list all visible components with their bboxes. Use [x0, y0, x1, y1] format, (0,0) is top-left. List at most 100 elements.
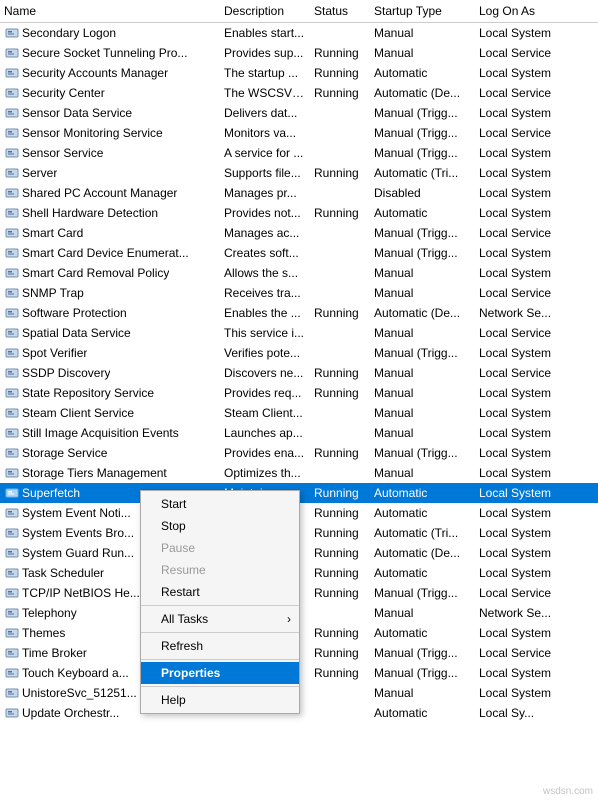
service-status: [310, 112, 370, 114]
service-status: Running: [310, 445, 370, 461]
service-name: Steam Client Service: [0, 404, 220, 422]
col-header-status[interactable]: Status: [310, 2, 370, 20]
table-row[interactable]: Sensor Service A service for ... Manual …: [0, 143, 598, 163]
service-startup: Automatic: [370, 625, 475, 641]
context-menu-item-refresh[interactable]: Refresh: [141, 635, 299, 657]
service-desc: Delivers dat...: [220, 105, 310, 121]
service-logon: Local System: [475, 205, 575, 221]
services-window: Name Description Status Startup Type Log…: [0, 0, 598, 802]
table-row[interactable]: Smart Card Device Enumerat... Creates so…: [0, 243, 598, 263]
table-row[interactable]: SNMP Trap Receives tra... Manual Local S…: [0, 283, 598, 303]
table-row[interactable]: Sensor Monitoring Service Monitors va...…: [0, 123, 598, 143]
service-status: Running: [310, 565, 370, 581]
col-header-desc[interactable]: Description: [220, 2, 310, 20]
service-desc: Verifies pote...: [220, 345, 310, 361]
service-startup: Automatic: [370, 65, 475, 81]
table-row[interactable]: Smart Card Removal Policy Allows the s..…: [0, 263, 598, 283]
table-row[interactable]: State Repository Service Provides req...…: [0, 383, 598, 403]
service-logon: Local System: [475, 405, 575, 421]
service-status: [310, 132, 370, 134]
col-header-startup[interactable]: Startup Type: [370, 2, 475, 20]
service-status: [310, 332, 370, 334]
service-icon: [4, 685, 20, 701]
table-row[interactable]: Security Center The WSCSVC... Running Au…: [0, 83, 598, 103]
table-row[interactable]: Steam Client Service Steam Client... Man…: [0, 403, 598, 423]
service-startup: Manual: [370, 425, 475, 441]
service-icon: [4, 385, 20, 401]
service-logon: Local System: [475, 425, 575, 441]
service-name: Spatial Data Service: [0, 324, 220, 342]
service-desc: The WSCSVC...: [220, 85, 310, 101]
context-menu-item-start[interactable]: Start: [141, 493, 299, 515]
service-icon: [4, 545, 20, 561]
service-startup: Manual: [370, 605, 475, 621]
service-desc: Provides not...: [220, 205, 310, 221]
table-row[interactable]: Server Supports file... Running Automati…: [0, 163, 598, 183]
submenu-arrow-icon: ›: [287, 612, 291, 626]
menu-separator: [141, 605, 299, 606]
service-logon: Local Service: [475, 585, 575, 601]
service-startup: Manual (Trigg...: [370, 345, 475, 361]
col-header-logon[interactable]: Log On As: [475, 2, 575, 20]
service-desc: Allows the s...: [220, 265, 310, 281]
table-row[interactable]: Shell Hardware Detection Provides not...…: [0, 203, 598, 223]
service-name: Storage Service: [0, 444, 220, 462]
table-row[interactable]: Storage Service Provides ena... Running …: [0, 443, 598, 463]
table-row[interactable]: Secure Socket Tunneling Pro... Provides …: [0, 43, 598, 63]
service-desc: Provides sup...: [220, 45, 310, 61]
table-row[interactable]: Shared PC Account Manager Manages pr... …: [0, 183, 598, 203]
service-logon: Local System: [475, 525, 575, 541]
service-logon: Local System: [475, 445, 575, 461]
service-name: Sensor Service: [0, 144, 220, 162]
service-startup: Manual: [370, 45, 475, 61]
service-logon: Local System: [475, 625, 575, 641]
service-name: Server: [0, 164, 220, 182]
context-menu-item-restart[interactable]: Restart: [141, 581, 299, 603]
table-row[interactable]: Spatial Data Service This service i... M…: [0, 323, 598, 343]
service-status: [310, 32, 370, 34]
table-row[interactable]: Security Accounts Manager The startup ..…: [0, 63, 598, 83]
table-row[interactable]: SSDP Discovery Discovers ne... Running M…: [0, 363, 598, 383]
service-icon: [4, 625, 20, 641]
service-logon: Local System: [475, 265, 575, 281]
context-menu-item-help[interactable]: Help: [141, 689, 299, 711]
service-logon: Local System: [475, 65, 575, 81]
table-row[interactable]: Storage Tiers Management Optimizes th...…: [0, 463, 598, 483]
service-status: [310, 412, 370, 414]
context-menu-item-all-tasks[interactable]: All Tasks›: [141, 608, 299, 630]
service-desc: Launches ap...: [220, 425, 310, 441]
service-startup: Manual: [370, 385, 475, 401]
service-name: Shared PC Account Manager: [0, 184, 220, 202]
service-status: [310, 472, 370, 474]
service-status: Running: [310, 305, 370, 321]
service-startup: Manual (Trigg...: [370, 245, 475, 261]
service-name: State Repository Service: [0, 384, 220, 402]
service-status: Running: [310, 205, 370, 221]
service-status: [310, 232, 370, 234]
service-status: Running: [310, 385, 370, 401]
service-logon: Local Service: [475, 325, 575, 341]
col-header-name[interactable]: Name: [0, 2, 220, 20]
context-menu-item-stop[interactable]: Stop: [141, 515, 299, 537]
table-row[interactable]: Smart Card Manages ac... Manual (Trigg..…: [0, 223, 598, 243]
context-menu-item-properties[interactable]: Properties: [141, 662, 299, 684]
service-icon: [4, 225, 20, 241]
service-icon: [4, 485, 20, 501]
service-logon: Local System: [475, 185, 575, 201]
service-status: [310, 272, 370, 274]
table-row[interactable]: Sensor Data Service Delivers dat... Manu…: [0, 103, 598, 123]
menu-separator: [141, 632, 299, 633]
service-icon: [4, 245, 20, 261]
service-startup: Manual: [370, 285, 475, 301]
table-row[interactable]: Secondary Logon Enables start... Manual …: [0, 23, 598, 43]
service-logon: Local System: [475, 105, 575, 121]
service-icon: [4, 65, 20, 81]
service-name: SSDP Discovery: [0, 364, 220, 382]
service-icon: [4, 345, 20, 361]
table-row[interactable]: Spot Verifier Verifies pote... Manual (T…: [0, 343, 598, 363]
table-row[interactable]: Still Image Acquisition Events Launches …: [0, 423, 598, 443]
service-desc: Monitors va...: [220, 125, 310, 141]
table-row[interactable]: Software Protection Enables the ... Runn…: [0, 303, 598, 323]
service-name: Smart Card Device Enumerat...: [0, 244, 220, 262]
service-startup: Disabled: [370, 185, 475, 201]
